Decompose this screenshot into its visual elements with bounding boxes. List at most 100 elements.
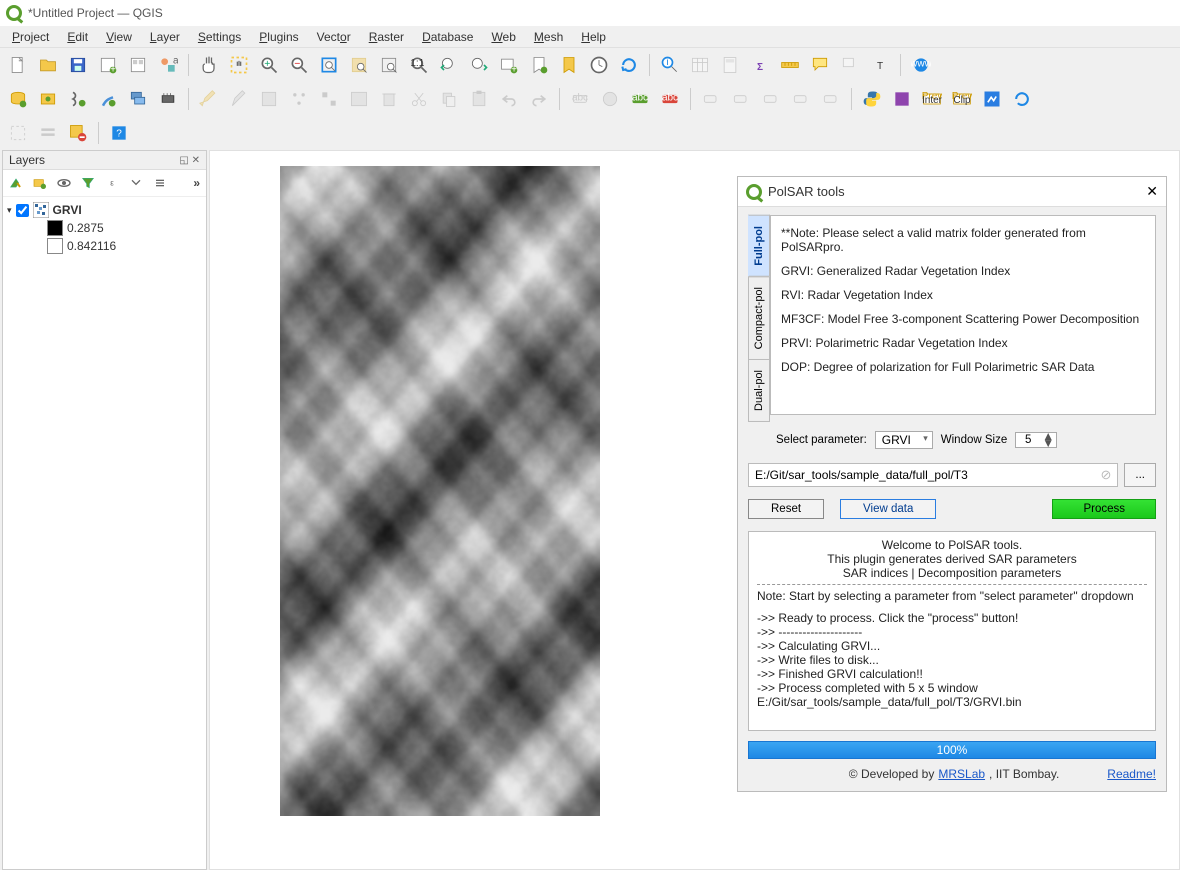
reload-plugin-icon[interactable]	[1008, 85, 1036, 113]
menu-plugins[interactable]: Plugins	[251, 27, 306, 47]
readme-link[interactable]: Readme!	[1107, 767, 1156, 781]
prev-inter-icon[interactable]: PrevInter	[918, 85, 946, 113]
menu-vector[interactable]: Vector	[309, 27, 359, 47]
view-data-button[interactable]: View data	[840, 499, 936, 519]
process-button[interactable]: Process	[1052, 499, 1156, 519]
remove-layer-icon[interactable]	[149, 172, 171, 194]
layer-labeling-green-icon[interactable]: abc	[626, 85, 654, 113]
zoom-last-icon[interactable]	[435, 51, 463, 79]
measure-icon[interactable]	[776, 51, 804, 79]
new-spatial-bookmark-icon[interactable]	[525, 51, 553, 79]
help-icon[interactable]: ?	[105, 119, 133, 147]
expression-filter-icon[interactable]: ε	[101, 172, 123, 194]
new-geopackage-icon[interactable]	[34, 85, 62, 113]
zoom-in-icon[interactable]	[255, 51, 283, 79]
map-tips-icon[interactable]	[806, 51, 834, 79]
label-toolbar-icon[interactable]: abc	[566, 85, 594, 113]
layout-manager-icon[interactable]	[124, 51, 152, 79]
cut-features-icon[interactable]	[405, 85, 433, 113]
menu-settings[interactable]: Settings	[190, 27, 249, 47]
move-label-icon[interactable]	[757, 85, 785, 113]
text-annotation-icon[interactable]: T	[866, 51, 894, 79]
identify-icon[interactable]: i	[656, 51, 684, 79]
layer-style-icon[interactable]	[5, 172, 27, 194]
save-project-icon[interactable]	[64, 51, 92, 79]
python-console-icon[interactable]	[858, 85, 886, 113]
expand-arrow-icon[interactable]: ▾	[7, 205, 12, 216]
layer-tree-root[interactable]: ▾ GRVI	[7, 201, 202, 219]
add-feature-icon[interactable]	[285, 85, 313, 113]
menu-edit[interactable]: Edit	[59, 27, 96, 47]
diagram-icon[interactable]	[596, 85, 624, 113]
zoom-full-icon[interactable]	[315, 51, 343, 79]
pin-labels-icon[interactable]	[697, 85, 725, 113]
menu-web[interactable]: Web	[483, 27, 523, 47]
menu-raster[interactable]: Raster	[361, 27, 412, 47]
menu-mesh[interactable]: Mesh	[526, 27, 571, 47]
show-bookmarks-icon[interactable]	[555, 51, 583, 79]
new-project-icon[interactable]	[4, 51, 32, 79]
zoom-layer-icon[interactable]	[375, 51, 403, 79]
menu-view[interactable]: View	[98, 27, 140, 47]
tab-dual-pol[interactable]: Dual-pol	[748, 359, 770, 422]
window-size-input[interactable]	[1016, 434, 1040, 446]
no-action-icon[interactable]: www	[907, 51, 935, 79]
add-group-icon[interactable]	[29, 172, 51, 194]
temporal-controller-icon[interactable]	[585, 51, 613, 79]
clear-icon[interactable]: ⊘	[1101, 467, 1112, 483]
attribute-table-icon[interactable]	[686, 51, 714, 79]
polsar-plugin-icon[interactable]	[978, 85, 1006, 113]
menu-database[interactable]: Database	[414, 27, 481, 47]
plugin-purple-icon[interactable]	[888, 85, 916, 113]
modify-attributes-icon[interactable]	[345, 85, 373, 113]
expand-all-icon[interactable]	[125, 172, 147, 194]
select-all-icon[interactable]	[34, 119, 62, 147]
menu-project[interactable]: Project	[4, 27, 57, 47]
zoom-selection-icon[interactable]	[345, 51, 373, 79]
new-virtual-layer-icon[interactable]	[124, 85, 152, 113]
tab-full-pol[interactable]: Full-pol	[748, 215, 770, 277]
statistics-icon[interactable]: Σ	[746, 51, 774, 79]
delete-selected-icon[interactable]	[375, 85, 403, 113]
data-source-manager-icon[interactable]	[4, 85, 32, 113]
map-canvas[interactable]: PolSAR tools ✕ Full-pol Compact-pol Dual…	[209, 150, 1180, 870]
new-print-layout-icon[interactable]: +	[94, 51, 122, 79]
undo-icon[interactable]	[495, 85, 523, 113]
show-pinned-icon[interactable]	[727, 85, 755, 113]
change-label-icon[interactable]	[817, 85, 845, 113]
new-spatialite-icon[interactable]	[94, 85, 122, 113]
zoom-next-icon[interactable]	[465, 51, 493, 79]
reset-button[interactable]: Reset	[748, 499, 824, 519]
style-manager-icon[interactable]: a	[154, 51, 182, 79]
prev-clip-icon[interactable]: PrevClip	[948, 85, 976, 113]
mrslab-link[interactable]: MRSLab	[938, 767, 985, 781]
deselect-all-icon[interactable]	[64, 119, 92, 147]
field-calculator-icon[interactable]	[716, 51, 744, 79]
polsar-titlebar[interactable]: PolSAR tools ✕	[738, 177, 1166, 207]
layers-panel-window-controls[interactable]: ◱ ✕	[179, 155, 200, 166]
window-size-spinner[interactable]: ▲▼	[1015, 432, 1057, 448]
filter-legend-icon[interactable]	[77, 172, 99, 194]
layer-name[interactable]: GRVI	[53, 203, 82, 217]
zoom-native-icon[interactable]: 1:1	[405, 51, 433, 79]
new-map-view-icon[interactable]: +	[495, 51, 523, 79]
paste-features-icon[interactable]	[465, 85, 493, 113]
rotate-label-icon[interactable]	[787, 85, 815, 113]
vertex-tool-icon[interactable]	[315, 85, 343, 113]
manage-visibility-icon[interactable]	[53, 172, 75, 194]
save-edits-icon[interactable]	[255, 85, 283, 113]
open-project-icon[interactable]	[34, 51, 62, 79]
new-memory-layer-icon[interactable]	[154, 85, 182, 113]
layer-visibility-checkbox[interactable]	[16, 204, 29, 217]
refresh-icon[interactable]	[615, 51, 643, 79]
pan-to-selection-icon[interactable]	[225, 51, 253, 79]
pan-icon[interactable]	[195, 51, 223, 79]
parameter-select[interactable]: GRVI	[875, 431, 933, 449]
menu-layer[interactable]: Layer	[142, 27, 188, 47]
copy-features-icon[interactable]	[435, 85, 463, 113]
layers-more-icon[interactable]: »	[189, 176, 204, 190]
close-icon[interactable]: ✕	[1146, 183, 1158, 200]
tab-compact-pol[interactable]: Compact-pol	[748, 276, 770, 360]
layer-labeling-red-icon[interactable]: abc	[656, 85, 684, 113]
annotation-icon[interactable]	[836, 51, 864, 79]
